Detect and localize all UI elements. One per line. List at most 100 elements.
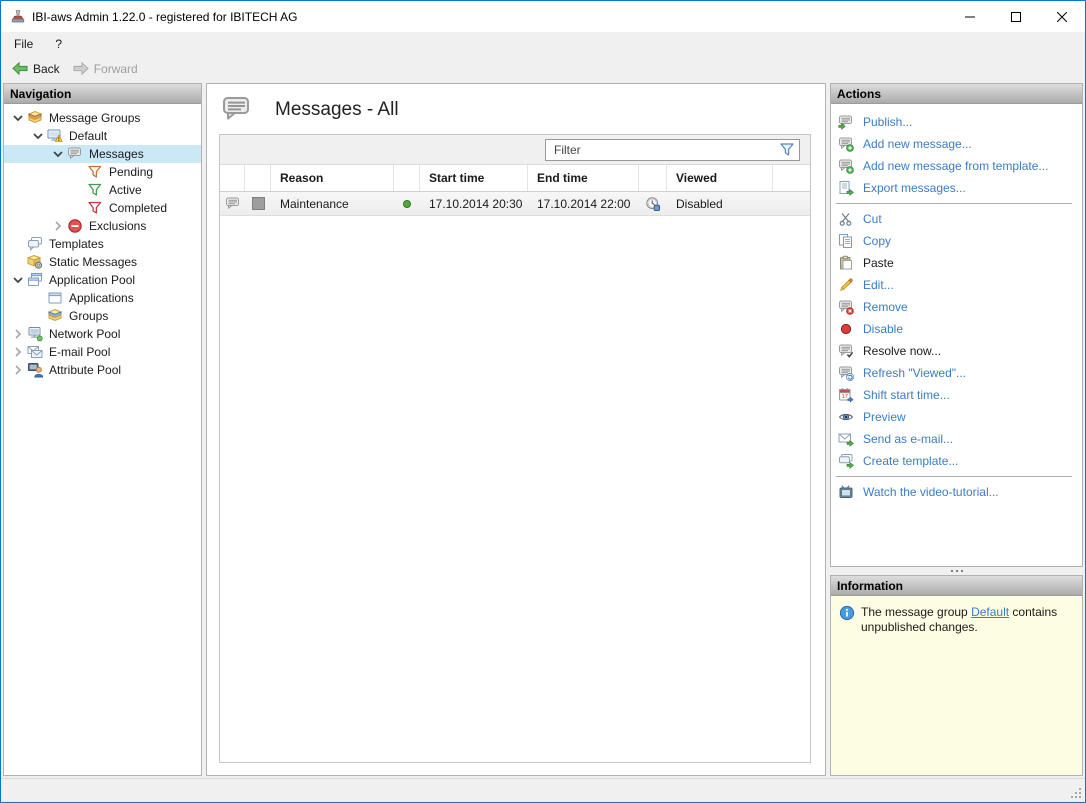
tree-item-label: Network Pool xyxy=(44,327,120,341)
tree-item-templates[interactable]: Templates xyxy=(4,235,201,253)
tree-item-messages[interactable]: Messages xyxy=(4,145,201,163)
message-groups-icon xyxy=(26,110,44,126)
tree-item-message-groups[interactable]: Message Groups xyxy=(4,109,201,127)
tree-item-groups[interactable]: Groups xyxy=(4,307,201,325)
exclusions-icon xyxy=(66,218,84,234)
preview-icon xyxy=(838,409,856,425)
tree-item-label: Exclusions xyxy=(84,219,146,233)
chevron-right-icon[interactable] xyxy=(10,326,26,342)
tree-item-applications[interactable]: Applications xyxy=(4,289,201,307)
filter-field xyxy=(545,139,800,161)
tree-item-completed[interactable]: Completed xyxy=(4,199,201,217)
column-header-reason[interactable]: Reason xyxy=(271,165,394,191)
tree-item-label: Active xyxy=(104,183,142,197)
filter-input[interactable] xyxy=(545,139,800,161)
action-cut[interactable]: Cut xyxy=(831,208,1082,230)
column-header-icon[interactable] xyxy=(639,165,667,191)
column-header-viewed[interactable]: Viewed xyxy=(667,165,773,191)
actions-panel: Actions Publish... Add new message... Add … xyxy=(830,83,1083,567)
main-title-row: Messages - All xyxy=(207,84,825,134)
maximize-button[interactable] xyxy=(993,1,1039,32)
information-panel: Information The message group Default co… xyxy=(830,575,1083,776)
action-copy[interactable]: Copy xyxy=(831,230,1082,252)
shift-start-time-icon: 17 xyxy=(838,387,856,403)
disable-icon xyxy=(838,321,856,337)
groups-icon xyxy=(46,308,64,324)
chevron-down-icon[interactable] xyxy=(50,146,66,162)
column-header-icon[interactable] xyxy=(220,165,245,191)
tree-item-application-pool[interactable]: Application Pool xyxy=(4,271,201,289)
viewed-clock-icon xyxy=(639,192,667,215)
chevron-right-icon[interactable] xyxy=(50,218,66,234)
actions-info-splitter[interactable] xyxy=(830,567,1083,575)
chevron-spacer xyxy=(70,200,86,216)
cell-viewed: Disabled xyxy=(667,192,773,215)
tree-item-network-pool[interactable]: Network Pool xyxy=(4,325,201,343)
tree-item-static-messages[interactable]: Static Messages xyxy=(4,253,201,271)
action-label: Paste xyxy=(863,256,894,270)
create-template-icon xyxy=(838,453,856,469)
filter-funnel-icon[interactable] xyxy=(779,142,795,158)
column-header-icon[interactable] xyxy=(394,165,420,191)
status-bar xyxy=(1,778,1085,802)
tree-item-label: Applications xyxy=(64,291,134,305)
action-label: Resolve now... xyxy=(863,344,941,358)
column-header-icon[interactable] xyxy=(245,165,271,191)
message-type-icon xyxy=(220,192,245,215)
action-send-as-e-mail[interactable]: Send as e-mail... xyxy=(831,428,1082,450)
action-add-new-message[interactable]: Add new message... xyxy=(831,133,1082,155)
network-pool-icon xyxy=(26,326,44,342)
action-label: Add new message... xyxy=(863,137,972,151)
action-shift-start-time[interactable]: 17 Shift start time... xyxy=(831,384,1082,406)
tree-item-active[interactable]: Active xyxy=(4,181,201,199)
action-watch-the-video-tutorial[interactable]: Watch the video-tutorial... xyxy=(831,481,1082,503)
menu-file[interactable]: File xyxy=(5,32,42,56)
action-preview[interactable]: Preview xyxy=(831,406,1082,428)
action-export-messages[interactable]: Export messages... xyxy=(831,177,1082,199)
action-disable[interactable]: Disable xyxy=(831,318,1082,340)
action-publish[interactable]: Publish... xyxy=(831,111,1082,133)
tree-item-exclusions[interactable]: Exclusions xyxy=(4,217,201,235)
email-pool-icon xyxy=(26,344,44,360)
close-button[interactable] xyxy=(1039,1,1085,32)
chevron-down-icon[interactable] xyxy=(10,110,26,126)
main-panel: Messages - All Reason Start timeEnd time V… xyxy=(206,83,826,776)
chevron-right-icon[interactable] xyxy=(10,344,26,360)
action-create-template[interactable]: Create template... xyxy=(831,450,1082,472)
action-label: Remove xyxy=(863,300,908,314)
action-paste: Paste xyxy=(831,252,1082,274)
chevron-down-icon[interactable] xyxy=(30,128,46,144)
chevron-down-icon[interactable] xyxy=(10,272,26,288)
action-label: Export messages... xyxy=(863,181,966,195)
column-header-end-time[interactable]: End time xyxy=(528,165,639,191)
column-header-start-time[interactable]: Start time xyxy=(420,165,528,191)
cell-filler xyxy=(773,192,810,215)
action-edit[interactable]: Edit... xyxy=(831,274,1082,296)
action-add-new-message-from-template[interactable]: Add new message from template... xyxy=(831,155,1082,177)
static-messages-icon xyxy=(26,254,44,270)
action-label: Shift start time... xyxy=(863,388,950,402)
chevron-right-icon[interactable] xyxy=(10,362,26,378)
menu-help[interactable]: ? xyxy=(46,32,71,56)
back-arrow-icon xyxy=(11,61,29,76)
chevron-spacer xyxy=(30,308,46,324)
information-header: Information xyxy=(831,576,1082,596)
back-button[interactable]: Back xyxy=(5,57,66,80)
tree-item-pending[interactable]: Pending xyxy=(4,163,201,181)
tree-item-e-mail-pool[interactable]: E-mail Pool xyxy=(4,343,201,361)
tree-item-attribute-pool[interactable]: Attribute Pool xyxy=(4,361,201,379)
action-remove[interactable]: Remove xyxy=(831,296,1082,318)
minimize-button[interactable] xyxy=(947,1,993,32)
actions-header: Actions xyxy=(831,84,1082,104)
resize-grip[interactable] xyxy=(1069,786,1083,800)
default-group-link[interactable]: Default xyxy=(971,605,1009,619)
resolve-icon xyxy=(838,343,856,359)
table-row[interactable]: Maintenance17.10.2014 20:3017.10.2014 22… xyxy=(220,192,810,216)
actions-separator xyxy=(836,203,1072,204)
send-email-icon xyxy=(838,431,856,447)
action-refresh-viewed[interactable]: Refresh "Viewed"... xyxy=(831,362,1082,384)
tree-item-default[interactable]: Default xyxy=(4,127,201,145)
information-body: The message group Default contains unpub… xyxy=(831,596,1082,775)
info-text-before: The message group xyxy=(861,605,971,619)
cell-reason: Maintenance xyxy=(271,192,394,215)
